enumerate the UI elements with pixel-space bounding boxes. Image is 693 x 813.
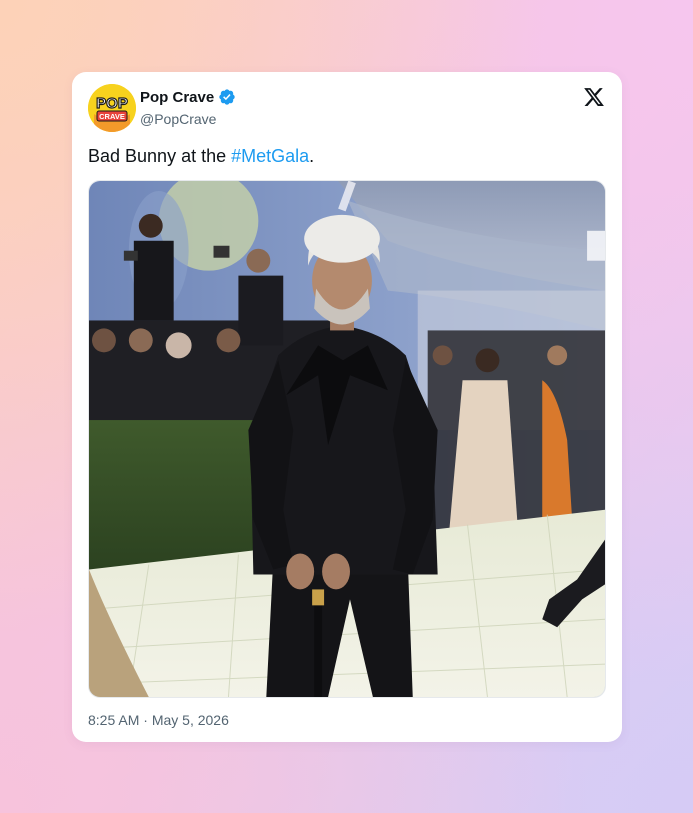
- verified-badge-icon: [218, 88, 236, 106]
- handle[interactable]: @PopCrave: [140, 111, 216, 127]
- met-gala-photo-image: [89, 181, 605, 697]
- tweet-text-end: .: [309, 146, 315, 166]
- avatar-pop-text: POP: [96, 95, 128, 112]
- display-name[interactable]: Pop Crave: [140, 89, 214, 106]
- pop-crave-logo-icon: POP CRAVE: [88, 84, 136, 132]
- timestamp-time: 8:25 AM: [88, 712, 140, 728]
- tweet-card: POP CRAVE Pop Crave @PopCrave Bad Bunny …: [72, 72, 622, 742]
- timestamp[interactable]: 8:25 AM · May 5, 2026: [88, 712, 229, 728]
- tweet-text-body: Bad Bunny at the: [88, 146, 232, 166]
- x-logo-icon[interactable]: [583, 86, 605, 108]
- timestamp-date: May 5, 2026: [151, 712, 229, 728]
- tweet-photo[interactable]: [88, 180, 606, 698]
- hashtag-link[interactable]: #MetGala: [231, 146, 309, 166]
- author-name-row[interactable]: Pop Crave: [140, 88, 236, 106]
- avatar-crave-text: CRAVE: [99, 112, 125, 121]
- timestamp-separator: ·: [139, 712, 152, 728]
- avatar[interactable]: POP CRAVE: [88, 84, 136, 132]
- tweet-text: Bad Bunny at the #MetGala.: [88, 146, 314, 167]
